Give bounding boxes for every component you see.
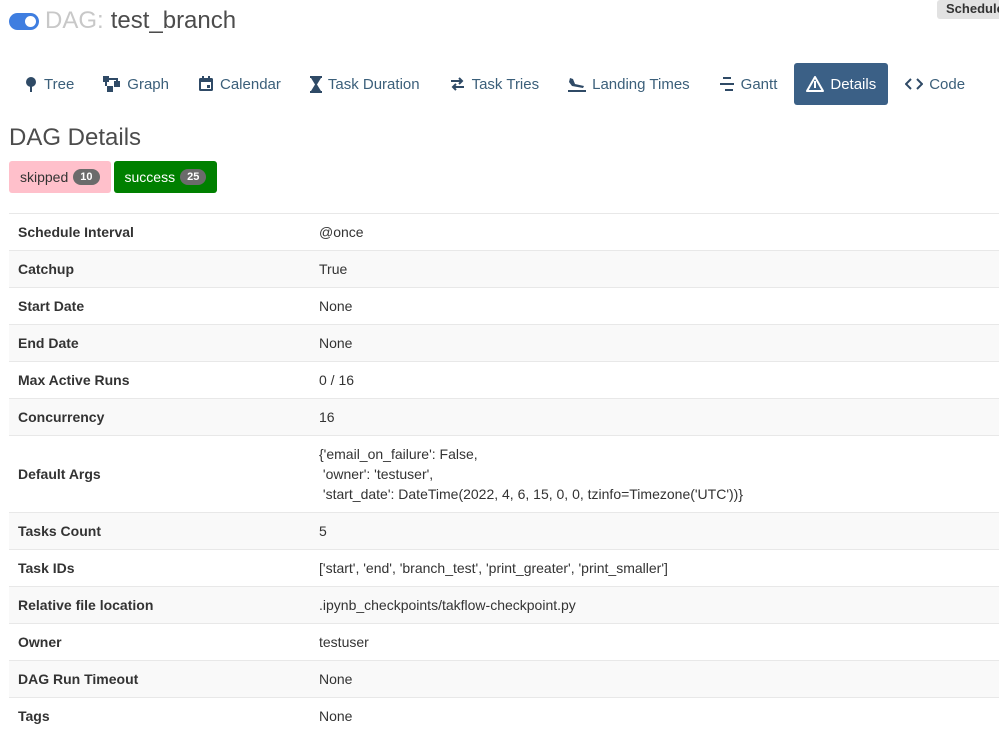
detail-key: Tasks Count <box>9 513 310 550</box>
detail-key: Relative file location <box>9 587 310 624</box>
table-row: Tasks Count5 <box>9 513 999 550</box>
tab-label: Details <box>830 76 876 93</box>
code-icon <box>905 77 923 91</box>
tab-label: Task Duration <box>328 76 420 93</box>
tab-landing-times[interactable]: Landing Times <box>556 63 702 105</box>
detail-key: DAG Run Timeout <box>9 661 310 698</box>
tab-graph[interactable]: Graph <box>91 63 181 105</box>
detail-value: None <box>310 661 999 698</box>
table-row: End DateNone <box>9 325 999 362</box>
page-title: DAG Details <box>9 124 141 152</box>
tab-code[interactable]: Code <box>893 63 977 105</box>
tab-task-duration[interactable]: Task Duration <box>298 63 432 105</box>
table-row: Default Args{'email_on_failure': False, … <box>9 436 999 513</box>
table-row: Concurrency16 <box>9 399 999 436</box>
tree-icon <box>24 76 38 92</box>
detail-key: Start Date <box>9 288 310 325</box>
table-row: DAG Run TimeoutNone <box>9 661 999 698</box>
detail-key: Default Args <box>9 436 310 513</box>
dag-prefix: DAG: <box>45 7 104 35</box>
retry-icon <box>449 76 466 92</box>
detail-value: True <box>310 251 999 288</box>
detail-value: None <box>310 325 999 362</box>
table-row: Relative file location.ipynb_checkpoints… <box>9 587 999 624</box>
table-row: Start DateNone <box>9 288 999 325</box>
detail-value: 5 <box>310 513 999 550</box>
detail-key: Task IDs <box>9 550 310 587</box>
dag-id: test_branch <box>111 7 236 35</box>
tab-label: Landing Times <box>592 76 690 93</box>
tab-label: Code <box>929 76 965 93</box>
tab-calendar[interactable]: Calendar <box>186 63 293 105</box>
tab-gantt[interactable]: Gantt <box>707 63 790 105</box>
tab-label: Graph <box>127 76 169 93</box>
detail-key: Schedule Interval <box>9 214 310 251</box>
state-success-button[interactable]: success 25 <box>114 161 218 193</box>
detail-key: End Date <box>9 325 310 362</box>
tab-details[interactable]: Details <box>794 63 888 105</box>
detail-key: Catchup <box>9 251 310 288</box>
graph-icon <box>103 76 121 92</box>
dag-nav-tabs: Tree Graph Calendar Task Duration Task T… <box>12 63 982 105</box>
schedule-badge: Schedule <box>937 0 999 19</box>
table-row: Task IDs['start', 'end', 'branch_test', … <box>9 550 999 587</box>
detail-value: @once <box>310 214 999 251</box>
detail-key: Concurrency <box>9 399 310 436</box>
table-row: Max Active Runs0 / 16 <box>9 362 999 399</box>
hourglass-icon <box>310 76 322 93</box>
gantt-icon <box>719 76 735 92</box>
state-label: success <box>125 169 176 185</box>
detail-key: Owner <box>9 624 310 661</box>
warning-triangle-icon <box>806 76 824 92</box>
detail-value: testuser <box>310 624 999 661</box>
table-row: Schedule Interval@once <box>9 214 999 251</box>
tab-tree[interactable]: Tree <box>12 63 86 105</box>
table-row: CatchupTrue <box>9 251 999 288</box>
calendar-icon <box>198 76 214 92</box>
detail-value: None <box>310 288 999 325</box>
tab-label: Gantt <box>741 76 778 93</box>
dag-header: DAG: test_branch <box>9 6 236 36</box>
tab-label: Task Tries <box>472 76 540 93</box>
detail-value: 16 <box>310 399 999 436</box>
tab-label: Tree <box>44 76 74 93</box>
detail-key: Max Active Runs <box>9 362 310 399</box>
dag-pause-toggle[interactable] <box>9 13 39 30</box>
state-skipped-button[interactable]: skipped 10 <box>9 161 111 193</box>
table-row: Ownertestuser <box>9 624 999 661</box>
detail-value: ['start', 'end', 'branch_test', 'print_g… <box>310 550 999 587</box>
dag-details-table: Schedule Interval@once CatchupTrue Start… <box>9 213 999 734</box>
detail-value: 0 / 16 <box>310 362 999 399</box>
detail-value: .ipynb_checkpoints/takflow-checkpoint.py <box>310 587 999 624</box>
default-args-value: {'email_on_failure': False, 'owner': 'te… <box>319 444 999 504</box>
state-label: skipped <box>20 169 68 185</box>
detail-value: {'email_on_failure': False, 'owner': 'te… <box>310 436 999 513</box>
state-count-badge: 25 <box>180 169 206 185</box>
tab-task-tries[interactable]: Task Tries <box>437 63 552 105</box>
toggle-knob <box>25 16 36 27</box>
plane-landing-icon <box>568 76 586 92</box>
state-count-badge: 10 <box>73 169 99 185</box>
tab-label: Calendar <box>220 76 281 93</box>
dag-run-states: skipped 10 success 25 <box>9 161 220 193</box>
